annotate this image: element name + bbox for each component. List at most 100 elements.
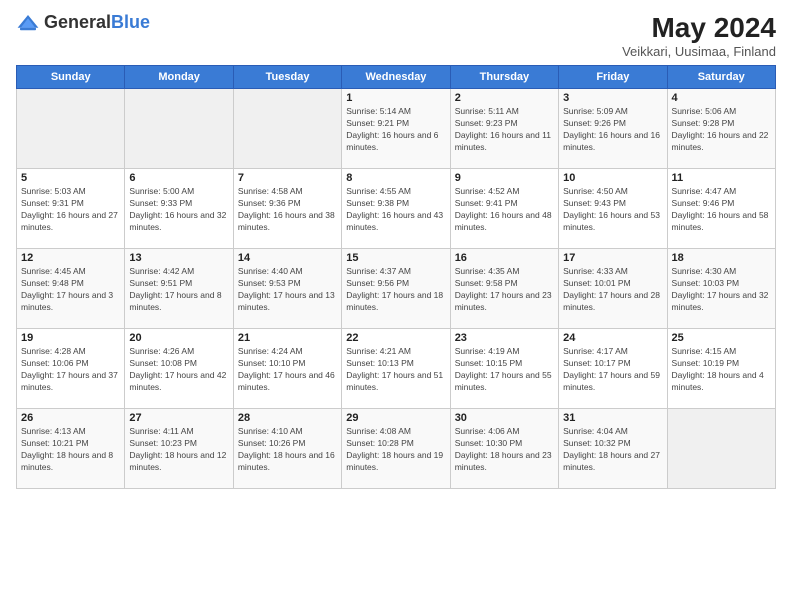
day-info: Sunrise: 4:37 AMSunset: 9:56 PMDaylight:… (346, 266, 445, 314)
calendar-cell (667, 409, 775, 489)
calendar-cell (125, 89, 233, 169)
calendar-cell: 13 Sunrise: 4:42 AMSunset: 9:51 PMDayligh… (125, 249, 233, 329)
header: GeneralBlue May 2024 Veikkari, Uusimaa, … (16, 12, 776, 59)
calendar-week-4: 19Sunrise: 4:28 AMSunset: 10:06 PMDaylig… (17, 329, 776, 409)
day-info: Sunrise: 4:06 AMSunset: 10:30 PMDaylight… (455, 426, 554, 474)
calendar-week-3: 12 Sunrise: 4:45 AMSunset: 9:48 PMDayligh… (17, 249, 776, 329)
weekday-header-monday: Monday (125, 66, 233, 89)
day-number: 7 (238, 172, 337, 184)
day-info: Sunrise: 4:17 AMSunset: 10:17 PMDaylight… (563, 346, 662, 394)
calendar-title: May 2024 (622, 12, 776, 44)
day-info: Sunrise: 4:45 AMSunset: 9:48 PMDaylight:… (21, 266, 120, 314)
logo-text: GeneralBlue (44, 12, 150, 33)
calendar-cell: 10Sunrise: 4:50 AMSunset: 9:43 PMDayligh… (559, 169, 667, 249)
calendar-cell: 19Sunrise: 4:28 AMSunset: 10:06 PMDaylig… (17, 329, 125, 409)
day-info: Sunrise: 4:55 AMSunset: 9:38 PMDaylight:… (346, 186, 445, 234)
calendar-cell: 7 Sunrise: 4:58 AMSunset: 9:36 PMDaylight… (233, 169, 341, 249)
calendar-cell: 8 Sunrise: 4:55 AMSunset: 9:38 PMDaylight… (342, 169, 450, 249)
day-info: Sunrise: 4:15 AMSunset: 10:19 PMDaylight… (672, 346, 771, 394)
calendar-subtitle: Veikkari, Uusimaa, Finland (622, 44, 776, 59)
day-info: Sunrise: 4:10 AMSunset: 10:26 PMDaylight… (238, 426, 337, 474)
day-number: 14 (238, 252, 337, 264)
day-number: 31 (563, 412, 662, 424)
day-number: 1 (346, 92, 445, 104)
day-number: 2 (455, 92, 554, 104)
day-info: Sunrise: 5:06 AMSunset: 9:28 PMDaylight:… (672, 106, 771, 154)
day-info: Sunrise: 4:21 AMSunset: 10:13 PMDaylight… (346, 346, 445, 394)
calendar-cell: 24 Sunrise: 4:17 AMSunset: 10:17 PMDaylig… (559, 329, 667, 409)
day-number: 20 (129, 332, 228, 344)
day-number: 9 (455, 172, 554, 184)
day-number: 15 (346, 252, 445, 264)
calendar-cell: 30 Sunrise: 4:06 AMSunset: 10:30 PMDaylig… (450, 409, 558, 489)
calendar-cell: 20 Sunrise: 4:26 AMSunset: 10:08 PMDaylig… (125, 329, 233, 409)
day-info: Sunrise: 4:26 AMSunset: 10:08 PMDaylight… (129, 346, 228, 394)
day-number: 24 (563, 332, 662, 344)
weekday-header-friday: Friday (559, 66, 667, 89)
day-number: 19 (21, 332, 120, 344)
calendar-page: GeneralBlue May 2024 Veikkari, Uusimaa, … (0, 0, 792, 612)
day-info: Sunrise: 4:08 AMSunset: 10:28 PMDaylight… (346, 426, 445, 474)
calendar-cell: 14 Sunrise: 4:40 AMSunset: 9:53 PMDayligh… (233, 249, 341, 329)
day-number: 6 (129, 172, 228, 184)
day-number: 30 (455, 412, 554, 424)
calendar-cell: 2Sunrise: 5:11 AMSunset: 9:23 PMDaylight… (450, 89, 558, 169)
calendar-cell: 23 Sunrise: 4:19 AMSunset: 10:15 PMDaylig… (450, 329, 558, 409)
day-number: 11 (672, 172, 771, 184)
day-number: 21 (238, 332, 337, 344)
day-number: 16 (455, 252, 554, 264)
day-info: Sunrise: 5:14 AMSunset: 9:21 PMDaylight:… (346, 106, 445, 154)
day-number: 26 (21, 412, 120, 424)
calendar-cell (233, 89, 341, 169)
weekday-header-thursday: Thursday (450, 66, 558, 89)
weekday-header-wednesday: Wednesday (342, 66, 450, 89)
calendar-cell (17, 89, 125, 169)
day-number: 13 (129, 252, 228, 264)
calendar-cell: 15 Sunrise: 4:37 AMSunset: 9:56 PMDayligh… (342, 249, 450, 329)
calendar-cell: 4 Sunrise: 5:06 AMSunset: 9:28 PMDaylight… (667, 89, 775, 169)
weekday-header-sunday: Sunday (17, 66, 125, 89)
day-info: Sunrise: 4:42 AMSunset: 9:51 PMDaylight:… (129, 266, 228, 314)
day-number: 5 (21, 172, 120, 184)
calendar-cell: 22 Sunrise: 4:21 AMSunset: 10:13 PMDaylig… (342, 329, 450, 409)
calendar-cell: 1 Sunrise: 5:14 AMSunset: 9:21 PMDaylight… (342, 89, 450, 169)
calendar-table: SundayMondayTuesdayWednesdayThursdayFrid… (16, 65, 776, 489)
day-number: 17 (563, 252, 662, 264)
calendar-cell: 17 Sunrise: 4:33 AMSunset: 10:01 PMDaylig… (559, 249, 667, 329)
calendar-cell: 11Sunrise: 4:47 AMSunset: 9:46 PMDayligh… (667, 169, 775, 249)
calendar-week-2: 5 Sunrise: 5:03 AMSunset: 9:31 PMDaylight… (17, 169, 776, 249)
day-number: 8 (346, 172, 445, 184)
day-info: Sunrise: 5:03 AMSunset: 9:31 PMDaylight:… (21, 186, 120, 234)
calendar-cell: 18Sunrise: 4:30 AMSunset: 10:03 PMDaylig… (667, 249, 775, 329)
day-number: 4 (672, 92, 771, 104)
weekday-header-tuesday: Tuesday (233, 66, 341, 89)
calendar-cell: 28Sunrise: 4:10 AMSunset: 10:26 PMDaylig… (233, 409, 341, 489)
day-number: 3 (563, 92, 662, 104)
day-info: Sunrise: 5:09 AMSunset: 9:26 PMDaylight:… (563, 106, 662, 154)
weekday-header-row: SundayMondayTuesdayWednesdayThursdayFrid… (17, 66, 776, 89)
calendar-cell: 5 Sunrise: 5:03 AMSunset: 9:31 PMDaylight… (17, 169, 125, 249)
weekday-header-saturday: Saturday (667, 66, 775, 89)
day-info: Sunrise: 4:52 AMSunset: 9:41 PMDaylight:… (455, 186, 554, 234)
calendar-cell: 25 Sunrise: 4:15 AMSunset: 10:19 PMDaylig… (667, 329, 775, 409)
day-info: Sunrise: 4:33 AMSunset: 10:01 PMDaylight… (563, 266, 662, 314)
logo-general: General (44, 12, 111, 32)
day-info: Sunrise: 4:04 AMSunset: 10:32 PMDaylight… (563, 426, 662, 474)
day-number: 25 (672, 332, 771, 344)
calendar-cell: 21Sunrise: 4:24 AMSunset: 10:10 PMDaylig… (233, 329, 341, 409)
day-number: 27 (129, 412, 228, 424)
day-info: Sunrise: 5:00 AMSunset: 9:33 PMDaylight:… (129, 186, 228, 234)
calendar-cell: 9 Sunrise: 4:52 AMSunset: 9:41 PMDaylight… (450, 169, 558, 249)
logo: GeneralBlue (16, 12, 150, 33)
day-number: 23 (455, 332, 554, 344)
day-info: Sunrise: 4:19 AMSunset: 10:15 PMDaylight… (455, 346, 554, 394)
day-info: Sunrise: 4:40 AMSunset: 9:53 PMDaylight:… (238, 266, 337, 314)
day-info: Sunrise: 4:50 AMSunset: 9:43 PMDaylight:… (563, 186, 662, 234)
calendar-cell: 3 Sunrise: 5:09 AMSunset: 9:26 PMDaylight… (559, 89, 667, 169)
calendar-cell: 12 Sunrise: 4:45 AMSunset: 9:48 PMDayligh… (17, 249, 125, 329)
calendar-cell: 27Sunrise: 4:11 AMSunset: 10:23 PMDaylig… (125, 409, 233, 489)
day-number: 22 (346, 332, 445, 344)
calendar-cell: 31 Sunrise: 4:04 AMSunset: 10:32 PMDaylig… (559, 409, 667, 489)
day-info: Sunrise: 4:58 AMSunset: 9:36 PMDaylight:… (238, 186, 337, 234)
day-number: 12 (21, 252, 120, 264)
